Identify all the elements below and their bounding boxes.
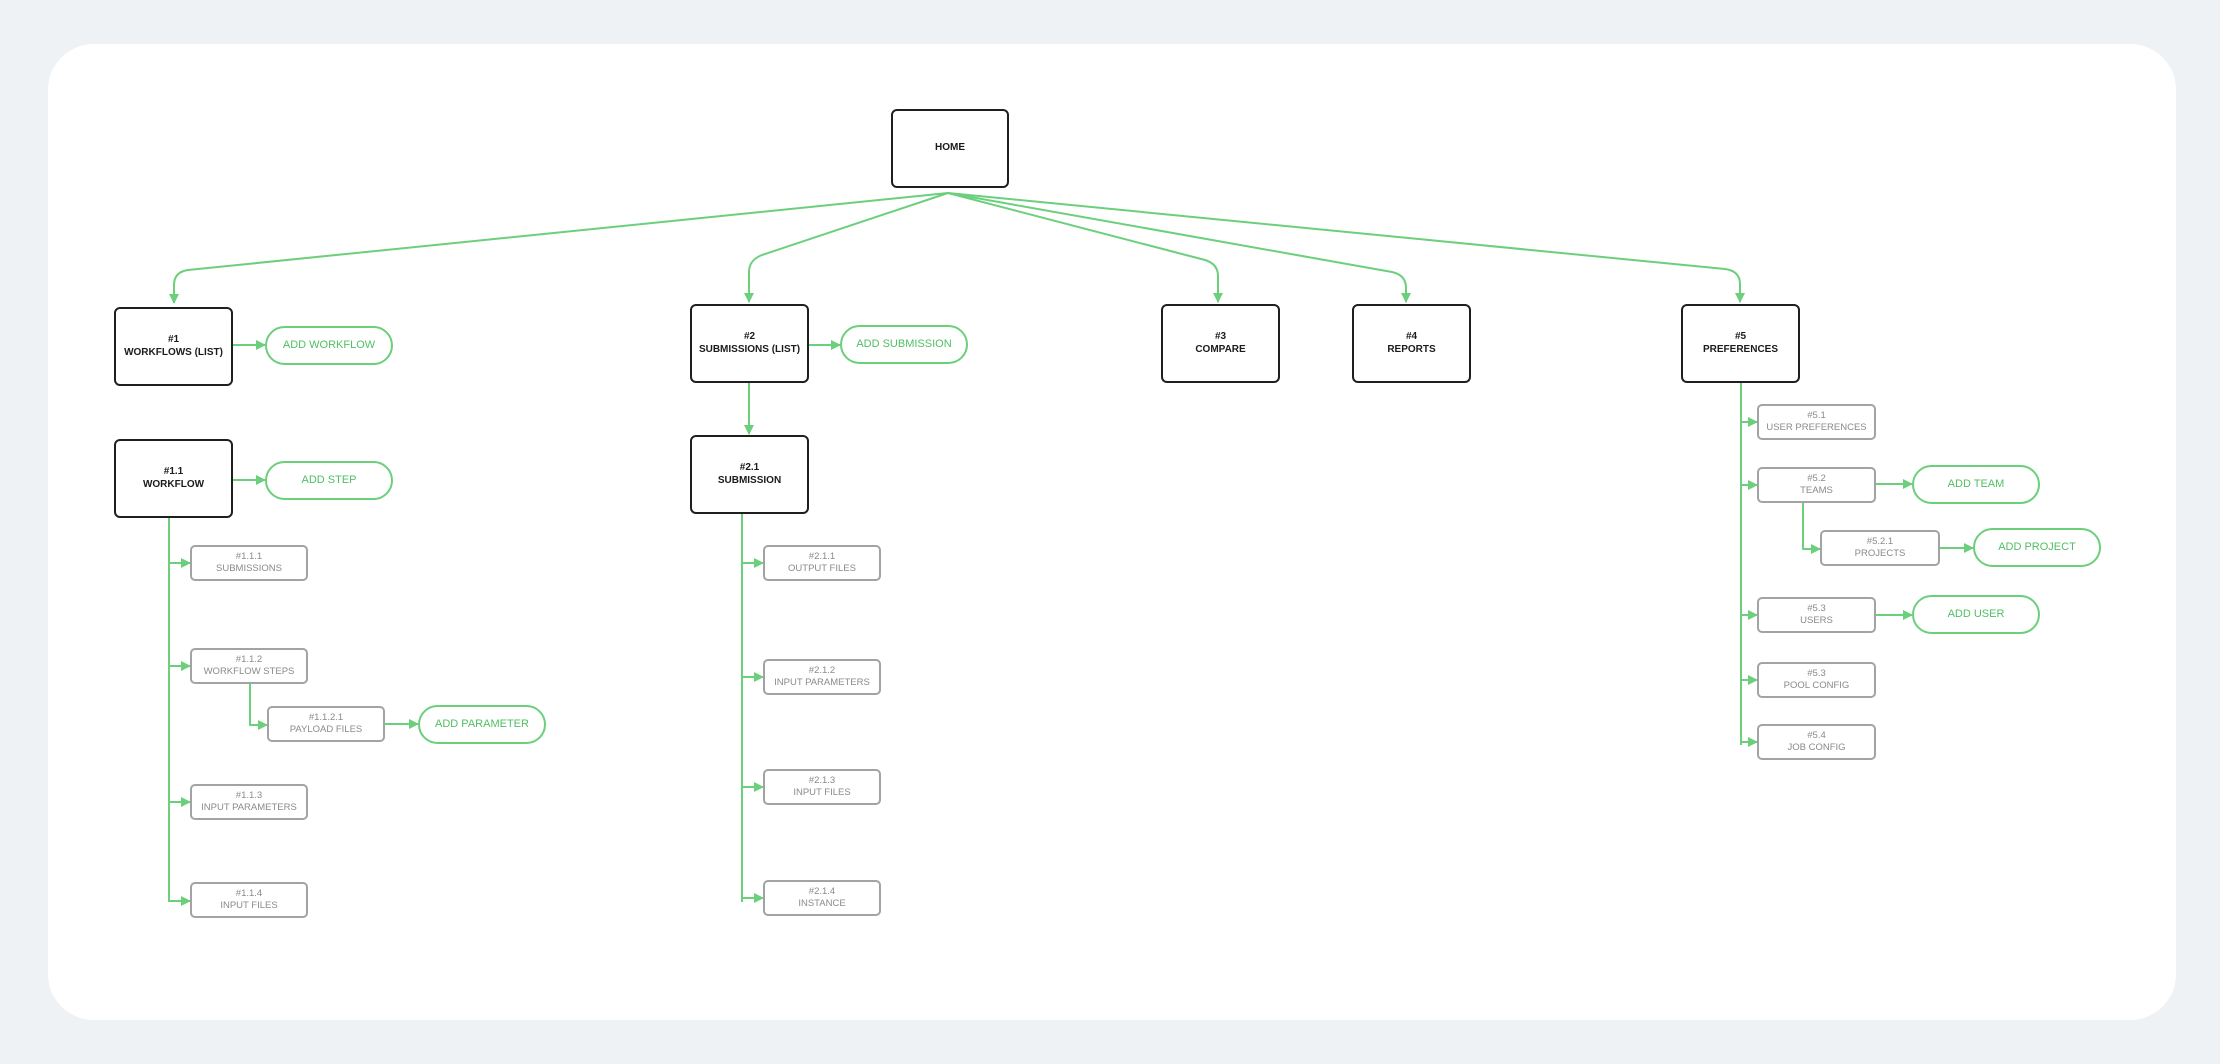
node-pool-config[interactable]: #5.3 POOL CONFIG	[1757, 662, 1876, 698]
node-label: HOME	[935, 142, 965, 154]
connector-home-compare	[947, 192, 1223, 303]
node-number: #2.1.3	[808, 775, 836, 787]
node-number: #5.3	[1807, 603, 1826, 615]
node-wf-input-parameters[interactable]: #1.1.3 INPUT PARAMETERS	[190, 784, 308, 820]
node-projects[interactable]: #5.2.1 PROJECTS	[1820, 530, 1940, 566]
node-label: INPUT FILES	[793, 787, 851, 798]
node-label: PAYLOAD FILES	[289, 724, 363, 735]
node-workflow[interactable]: #1.1 WORKFLOW	[114, 439, 233, 518]
connector-projects	[1802, 503, 1821, 554]
add-step-button[interactable]: ADD STEP	[265, 461, 393, 500]
node-number: #5	[1734, 331, 1747, 342]
node-number: #1.1.2.1	[308, 712, 344, 724]
node-workflows-list[interactable]: #1 WORKFLOWS (LIST)	[114, 307, 233, 386]
node-label: USER PREFERENCES	[1766, 422, 1867, 433]
node-label: WORKFLOW	[142, 478, 205, 490]
node-teams[interactable]: #5.2 TEAMS	[1757, 467, 1876, 503]
node-home[interactable]: HOME	[891, 109, 1009, 188]
node-preferences[interactable]: #5 PREFERENCES	[1681, 304, 1800, 383]
node-payload-files[interactable]: #1.1.2.1 PAYLOAD FILES	[267, 706, 385, 742]
add-team-button[interactable]: ADD TEAM	[1912, 465, 2040, 504]
node-wf-steps[interactable]: #1.1.2 WORKFLOW STEPS	[190, 648, 308, 684]
connector-payload-files	[249, 684, 268, 730]
node-label: OUTPUT FILES	[788, 563, 856, 574]
node-reports[interactable]: #4 REPORTS	[1352, 304, 1471, 383]
node-output-files[interactable]: #2.1.1 OUTPUT FILES	[763, 545, 881, 581]
node-number: #3	[1214, 331, 1227, 342]
node-instance[interactable]: #2.1.4 INSTANCE	[763, 880, 881, 916]
add-parameter-button[interactable]: ADD PARAMETER	[418, 705, 546, 744]
node-label: WORKFLOWS (LIST)	[124, 346, 223, 358]
node-number: #1.1	[163, 466, 184, 477]
node-number: #5.2	[1807, 473, 1826, 485]
node-label: SUBMISSION	[717, 474, 782, 486]
node-number: #2.1.4	[808, 886, 836, 898]
node-number: #2	[743, 331, 756, 342]
connector-home-preferences	[947, 192, 1745, 303]
node-number: #2.1.1	[808, 551, 836, 563]
node-wf-submissions[interactable]: #1.1.1 SUBMISSIONS	[190, 545, 308, 581]
node-wf-input-files[interactable]: #1.1.4 INPUT FILES	[190, 882, 308, 918]
node-user-preferences[interactable]: #5.1 USER PREFERENCES	[1757, 404, 1876, 440]
connector-home-reports	[947, 192, 1411, 303]
node-label: INPUT PARAMETERS	[774, 677, 870, 688]
node-submissions-list[interactable]: #2 SUBMISSIONS (LIST)	[690, 304, 809, 383]
node-number: #2.1	[739, 462, 760, 473]
node-users[interactable]: #5.3 USERS	[1757, 597, 1876, 633]
node-label: SUBMISSIONS	[216, 563, 282, 574]
node-number: #1.1.4	[235, 888, 263, 900]
node-label: JOB CONFIG	[1787, 742, 1846, 753]
node-label: USERS	[1800, 615, 1833, 626]
node-label: REPORTS	[1387, 343, 1436, 355]
add-workflow-button[interactable]: ADD WORKFLOW	[265, 326, 393, 365]
node-number: #5.3	[1807, 668, 1826, 680]
node-label: COMPARE	[1195, 343, 1246, 355]
node-number: #1.1.1	[235, 551, 263, 563]
node-submission[interactable]: #2.1 SUBMISSION	[690, 435, 809, 514]
add-submission-button[interactable]: ADD SUBMISSION	[840, 325, 968, 364]
node-label: INPUT PARAMETERS	[201, 802, 297, 813]
add-user-button[interactable]: ADD USER	[1912, 595, 2040, 634]
node-label: TEAMS	[1800, 485, 1833, 496]
node-compare[interactable]: #3 COMPARE	[1161, 304, 1280, 383]
node-number: #5.4	[1807, 730, 1826, 742]
node-number: #5.2.1	[1866, 536, 1894, 548]
node-number: #1.1.3	[235, 790, 263, 802]
node-number: #4	[1405, 331, 1418, 342]
node-number: #1.1.2	[235, 654, 263, 666]
node-label: PROJECTS	[1854, 548, 1906, 559]
node-number: #5.1	[1807, 410, 1826, 422]
node-sub-input-parameters[interactable]: #2.1.2 INPUT PARAMETERS	[763, 659, 881, 695]
node-label: WORKFLOW STEPS	[203, 666, 295, 677]
connector-home-workflows	[169, 192, 949, 304]
node-job-config[interactable]: #5.4 JOB CONFIG	[1757, 724, 1876, 760]
node-sub-input-files[interactable]: #2.1.3 INPUT FILES	[763, 769, 881, 805]
node-label: PREFERENCES	[1702, 343, 1778, 355]
node-label: INPUT FILES	[220, 900, 278, 911]
node-label: POOL CONFIG	[1783, 680, 1850, 691]
node-number: #2.1.2	[808, 665, 836, 677]
node-label: SUBMISSIONS (LIST)	[698, 343, 801, 355]
node-label: INSTANCE	[798, 898, 846, 909]
add-project-button[interactable]: ADD PROJECT	[1973, 528, 2101, 567]
node-number: #1	[167, 334, 180, 345]
